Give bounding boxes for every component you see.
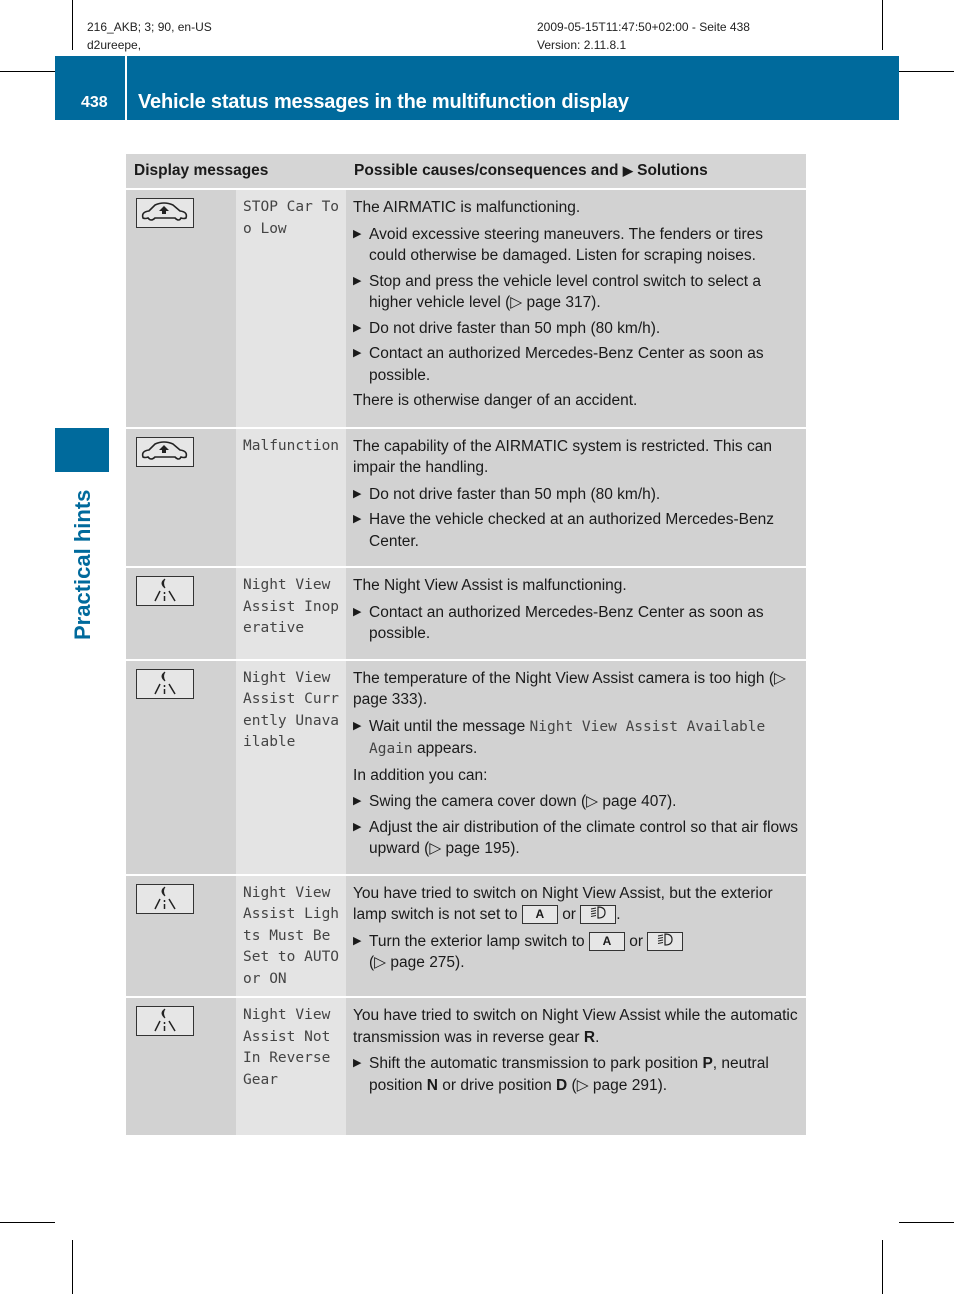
crop-mark <box>882 1240 883 1294</box>
solution-step: ▶ Do not drive faster than 50 mph (80 km/… <box>353 318 800 340</box>
solution-step: ▶ Turn the exterior lamp switch to A or (… <box>353 931 800 974</box>
cause-text: The Night View Assist is malfunctioning. <box>353 577 627 594</box>
table-row: Night View Assist Not In Reverse Gear Yo… <box>126 997 806 1137</box>
crop-mark <box>0 71 55 72</box>
table-header-row: Display messages Possible causes/consequ… <box>126 154 806 190</box>
bullet-arrow-icon: ▶ <box>353 227 362 240</box>
print-meta-left: 216_AKB; 3; 90, en-US d2ureepe, <box>87 18 212 54</box>
bullet-arrow-icon: ▶ <box>353 347 362 359</box>
gear-p: P <box>702 1055 713 1072</box>
cause-text: You have tried to switch on Night View A… <box>353 884 773 925</box>
display-message: Malfunction <box>236 427 347 568</box>
solution-step: ▶ Avoid excessive steering maneuvers. The… <box>353 225 764 265</box>
consequence-text: There is otherwise danger of an accident… <box>353 392 638 409</box>
header-causes-text: Possible causes/consequences and <box>354 162 619 180</box>
gear-d: D <box>556 1076 568 1094</box>
airmatic-car-icon <box>136 198 194 228</box>
display-message: Night View Assist Currently Unavailable <box>236 659 347 876</box>
night-view-icon <box>136 883 194 914</box>
print-meta-right: 2009-05-15T11:47:50+02:00 - Seite 438 Ve… <box>537 18 750 54</box>
solution-arrow-icon: ▶ <box>622 163 633 179</box>
solution-step: ▶ Contact an authorized Mercedes-Benz Cen… <box>353 345 764 384</box>
display-message: STOP Car Too Low <box>236 189 347 429</box>
page-title: Vehicle status messages in the multifunc… <box>138 91 629 113</box>
section-label: Practical hints <box>70 489 95 640</box>
bullet-arrow-icon: ▶ <box>353 1057 362 1069</box>
print-meta-left-line1: 216_AKB; 3; 90, en-US <box>87 20 212 34</box>
crop-mark <box>72 1240 73 1294</box>
bullet-arrow-icon: ▶ <box>353 605 362 618</box>
bullet-arrow-icon: ▶ <box>353 820 362 833</box>
solution-step: ▶ Adjust the air distribution of the clim… <box>353 818 799 858</box>
additional-text: In addition you can: <box>353 766 488 784</box>
print-meta-left-line2: d2ureepe, <box>87 38 142 52</box>
solution-step: ▶ Swing the camera cover down (▷ page 407… <box>353 791 800 813</box>
header-display-messages: Display messages <box>126 154 347 190</box>
table-row: Malfunction The capability of the AIRMAT… <box>126 427 806 568</box>
gear-n: N <box>426 1076 438 1094</box>
table-row: STOP Car Too Low The AIRMATIC is malfunc… <box>126 189 806 429</box>
display-message: Night View Assist Lights Must Be Set to … <box>236 874 347 998</box>
page-number: 438 <box>81 94 108 111</box>
low-beam-icon <box>580 905 617 925</box>
display-message: Night View Assist Inoperative <box>236 567 347 661</box>
header-solutions-text: Solutions <box>637 162 708 180</box>
display-message: Night View Assist Not In Reverse Gear <box>236 997 347 1137</box>
table-row: Night View Assist Inoperative The Night … <box>126 567 806 661</box>
bullet-arrow-icon: ▶ <box>353 513 362 525</box>
lamp-switch-auto-icon: A <box>588 931 625 951</box>
solution-step: ▶ Do not drive faster than 50 mph (80 km/… <box>353 484 800 506</box>
solution-step: ▶ Contact an authorized Mercedes-Benz Cen… <box>353 603 764 643</box>
cause-text: The temperature of the Night View Assist… <box>353 669 786 709</box>
crop-mark <box>899 1222 954 1223</box>
solution-step: ▶ Stop and press the vehicle level contro… <box>353 272 762 312</box>
bullet-arrow-icon: ▶ <box>353 934 362 947</box>
crop-mark <box>72 0 73 50</box>
crop-mark <box>0 1222 55 1223</box>
crop-mark <box>882 0 883 50</box>
solution-step: ▶ Shift the automatic transmission to par… <box>353 1055 769 1094</box>
cause-text: You have tried to switch on Night View A… <box>353 1007 798 1046</box>
night-view-icon <box>136 668 194 699</box>
table-row: Night View Assist Currently Unavailable … <box>126 659 806 876</box>
bullet-arrow-icon: ▶ <box>353 719 362 732</box>
print-meta-right-line1: 2009-05-15T11:47:50+02:00 - Seite 438 <box>537 20 750 34</box>
bullet-arrow-icon: ▶ <box>353 795 362 807</box>
bullet-arrow-icon: ▶ <box>353 487 362 500</box>
bullet-arrow-icon: ▶ <box>353 321 362 334</box>
print-meta-right-line2: Version: 2.11.8.1 <box>537 38 627 52</box>
crop-mark <box>899 71 954 72</box>
solution-step: ▶ Wait until the message Night View Assis… <box>353 717 766 758</box>
cause-text: The capability of the AIRMATIC system is… <box>353 437 772 477</box>
lamp-switch-auto-icon: A <box>521 905 558 925</box>
page-header: 438 Vehicle status messages in the multi… <box>55 56 899 120</box>
night-view-icon <box>136 1006 194 1036</box>
header-divider <box>125 56 127 120</box>
night-view-icon <box>136 576 194 606</box>
solution-step: ▶ Have the vehicle checked at an authoriz… <box>353 511 774 550</box>
bullet-arrow-icon: ▶ <box>353 274 362 287</box>
status-messages-table: Display messages Possible causes/consequ… <box>126 154 806 1137</box>
section-tab-marker <box>55 428 109 472</box>
header-causes-solutions: Possible causes/consequences and ▶ Solut… <box>346 154 806 190</box>
airmatic-car-icon <box>136 436 194 467</box>
gear-r: R <box>583 1028 596 1046</box>
low-beam-icon <box>647 931 684 951</box>
cause-text: The AIRMATIC is malfunctioning. <box>353 199 581 216</box>
table-row: Night View Assist Lights Must Be Set to … <box>126 874 806 998</box>
